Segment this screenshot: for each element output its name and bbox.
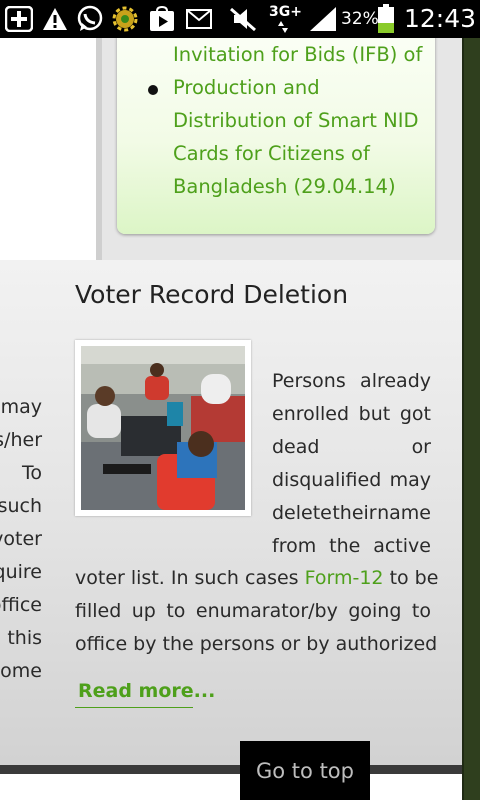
word: going xyxy=(348,600,402,622)
right-rail xyxy=(464,38,480,800)
word: delete xyxy=(272,502,332,524)
network-3g-icon xyxy=(276,20,290,34)
clipped-text: To xyxy=(21,462,42,484)
text-span: voter list. In such cases xyxy=(75,567,305,589)
voter-deletion-panel: Voter Record Deletion Persons already en… xyxy=(0,260,464,765)
footer-area xyxy=(0,774,464,800)
clipped-text: may xyxy=(0,396,42,418)
notice-link[interactable]: Invitation for Bids (IFB) of Production … xyxy=(173,38,423,203)
notice-line: Bangladesh (29.04.14) xyxy=(173,175,396,198)
text-span: to be xyxy=(383,567,439,589)
word: from xyxy=(272,535,317,557)
read-more-link[interactable]: Read more... xyxy=(78,680,215,702)
body-line: disqualified may xyxy=(272,469,431,491)
clock: 12:43 xyxy=(404,4,477,33)
word: disqualified xyxy=(272,469,382,491)
status-bar: 3G+ 32% 12:43 xyxy=(0,0,480,38)
word: to xyxy=(411,600,431,622)
word: got xyxy=(399,403,431,425)
clipped-text: such xyxy=(0,495,42,517)
battery-percent: 32% xyxy=(341,9,379,29)
body-line: office by the persons or by authorized xyxy=(75,633,438,655)
clipped-text: s/her xyxy=(0,429,42,451)
word: name xyxy=(377,502,431,524)
body-line: from the active xyxy=(272,535,431,557)
clipped-text: some xyxy=(0,660,42,682)
clipped-text: quire xyxy=(0,561,42,583)
body-line: enrolled but got xyxy=(272,403,431,425)
body-line: voter list. In such cases Form-12 to be xyxy=(75,567,438,589)
network-type-label: 3G+ xyxy=(269,4,302,20)
whatsapp-icon xyxy=(76,5,104,32)
word: or xyxy=(411,436,431,458)
clipped-text: voter xyxy=(0,528,42,550)
section-photo xyxy=(75,340,251,516)
notice-line: Invitation for Bids (IFB) of xyxy=(173,43,423,66)
word: active xyxy=(373,535,431,557)
battery-icon xyxy=(377,4,395,34)
notice-line: Distribution of Smart NID xyxy=(173,109,419,132)
clipped-text: office xyxy=(0,594,42,616)
go-to-top-button[interactable]: Go to top xyxy=(240,741,370,800)
body-line: dead or xyxy=(272,436,431,458)
left-column-top xyxy=(0,38,96,260)
word: up xyxy=(131,600,156,622)
clipped-text: this xyxy=(7,627,42,649)
form-12-link[interactable]: Form-12 xyxy=(305,567,384,589)
signal-icon xyxy=(308,6,338,32)
mute-icon xyxy=(228,6,258,32)
gear-icon xyxy=(112,6,138,32)
play-store-icon xyxy=(148,6,176,32)
word: enumarator/by xyxy=(195,600,338,622)
footer-band xyxy=(0,765,464,774)
warning-icon xyxy=(42,6,68,32)
body-line: Persons already xyxy=(272,370,431,392)
web-page[interactable]: Invitation for Bids (IFB) of Production … xyxy=(0,38,480,800)
word: to xyxy=(166,600,186,622)
read-more-underline xyxy=(75,707,193,708)
mail-icon xyxy=(186,6,212,32)
word: filled xyxy=(75,600,122,622)
section-title: Voter Record Deletion xyxy=(75,280,349,309)
word: dead xyxy=(272,436,320,458)
word: enrolled xyxy=(272,403,350,425)
body-line: delete their name xyxy=(272,502,431,524)
word: already xyxy=(360,370,431,392)
word: the xyxy=(329,535,361,557)
word: but xyxy=(358,403,391,425)
word: Persons xyxy=(272,370,346,392)
computer-lab-photo xyxy=(81,346,245,510)
word: their xyxy=(332,502,377,524)
notice-bullet xyxy=(148,85,158,95)
body-line: filled up to enumarator/by going to xyxy=(75,600,431,622)
word: may xyxy=(389,469,431,491)
add-icon xyxy=(4,6,34,32)
notice-line: Production and xyxy=(173,76,320,99)
notice-line: Cards for Citizens of xyxy=(173,142,370,165)
